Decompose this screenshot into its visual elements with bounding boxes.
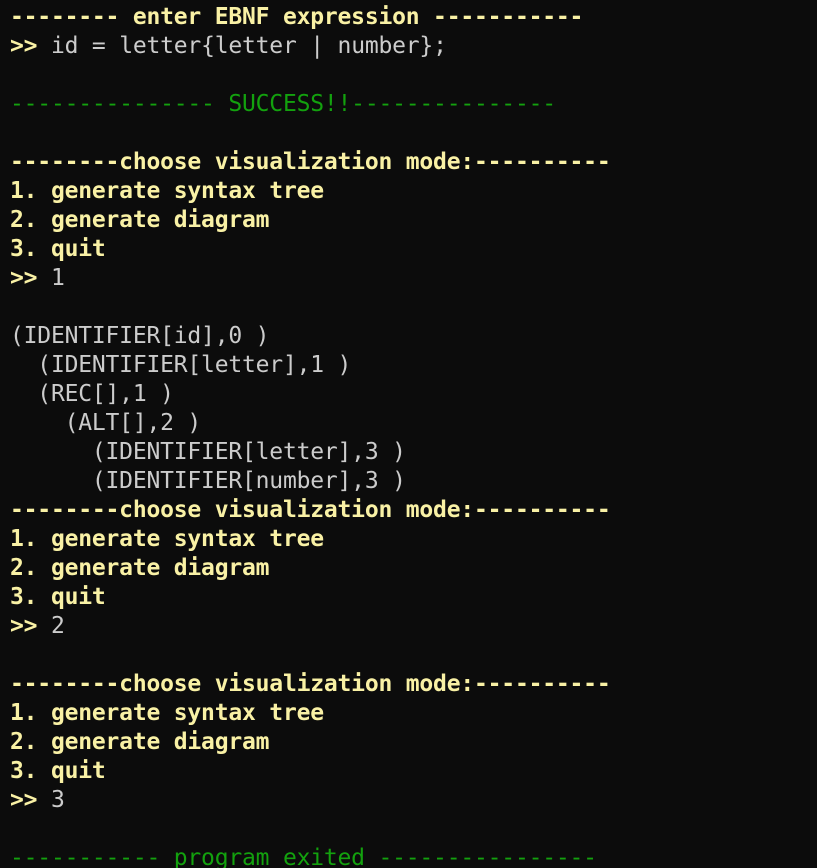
expression-input-line: >> id = letter{letter | number}; xyxy=(10,32,817,61)
prompt-symbol: >> xyxy=(10,787,51,813)
menu-heading: --------choose visualization mode:------… xyxy=(10,149,611,175)
exit-message: ----------- program exited -------------… xyxy=(10,845,597,868)
syntax-tree-node: (ALT[],2 ) xyxy=(10,410,202,436)
success-message: --------------- SUCCESS!!--------------- xyxy=(10,91,556,117)
menu-choice-input: 2 xyxy=(50,613,65,639)
prompt-symbol: >> xyxy=(10,613,51,639)
menu-heading: --------choose visualization mode:------… xyxy=(10,671,611,697)
menu-option-quit: 3. quit xyxy=(10,758,106,784)
syntax-tree-node: (IDENTIFIER[number],3 ) xyxy=(10,468,406,494)
menu-option-syntax-tree: 1. generate syntax tree xyxy=(10,178,324,204)
menu-choice-line: >> 2 xyxy=(10,612,817,641)
syntax-tree-node: (REC[],1 ) xyxy=(10,381,174,407)
enter-expression-header: -------- enter EBNF expression ---------… xyxy=(10,4,584,30)
menu-option-diagram: 2. generate diagram xyxy=(10,555,270,581)
menu-option-diagram: 2. generate diagram xyxy=(10,207,270,233)
menu-option-syntax-tree: 1. generate syntax tree xyxy=(10,700,324,726)
menu-option-syntax-tree: 1. generate syntax tree xyxy=(10,526,324,552)
syntax-tree-node: (IDENTIFIER[letter],1 ) xyxy=(10,352,352,378)
expression-input: id = letter{letter | number}; xyxy=(50,33,447,59)
prompt-symbol: >> xyxy=(10,33,51,59)
menu-option-quit: 3. quit xyxy=(10,236,106,262)
syntax-tree-node: (IDENTIFIER[id],0 ) xyxy=(10,323,270,349)
menu-choice-line: >> 1 xyxy=(10,264,817,293)
terminal-window[interactable]: -------- enter EBNF expression ---------… xyxy=(0,0,817,868)
menu-option-quit: 3. quit xyxy=(10,584,106,610)
prompt-symbol: >> xyxy=(10,265,51,291)
menu-heading: --------choose visualization mode:------… xyxy=(10,497,611,523)
menu-option-diagram: 2. generate diagram xyxy=(10,729,270,755)
menu-choice-input: 3 xyxy=(50,787,65,813)
syntax-tree-node: (IDENTIFIER[letter],3 ) xyxy=(10,439,406,465)
menu-choice-line: >> 3 xyxy=(10,786,817,815)
menu-choice-input: 1 xyxy=(50,265,65,291)
